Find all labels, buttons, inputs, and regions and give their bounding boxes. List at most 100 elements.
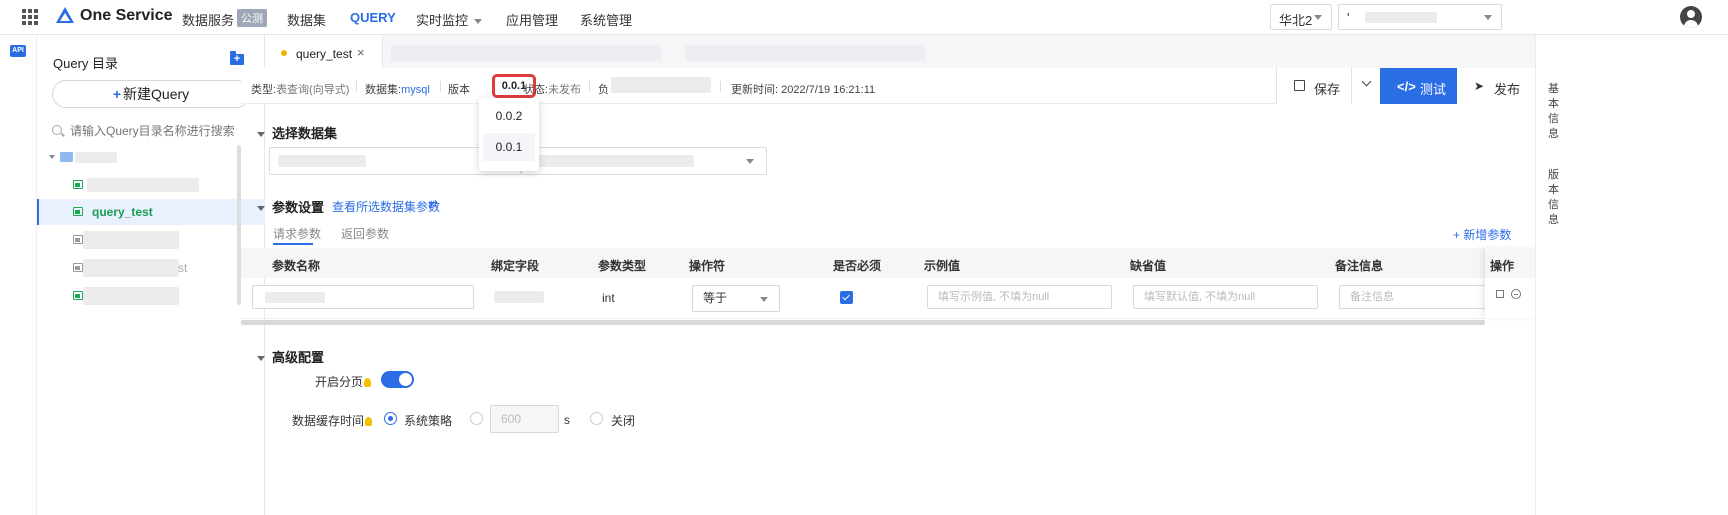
account-select[interactable]: ' — [1338, 4, 1502, 30]
info-status: 状态:未发布 — [523, 81, 581, 97]
account-value: ' — [1347, 10, 1350, 25]
redacted-tabs — [685, 45, 925, 61]
chevron-down-icon — [760, 297, 768, 302]
cache-time-input[interactable]: 600 — [490, 405, 559, 433]
section-dataset[interactable]: 选择数据集 — [257, 123, 337, 142]
add-folder-icon[interactable]: + — [230, 51, 244, 65]
table-horizontal-scrollbar[interactable] — [241, 320, 1485, 325]
nav-monitor[interactable]: 实时监控 — [416, 10, 483, 29]
publish-button[interactable]: ➤ 发布 — [1457, 68, 1535, 104]
info-updated-label: 更新时间: — [731, 84, 779, 96]
section-advanced[interactable]: 高级配置 — [257, 347, 324, 366]
brand-name: One Service — [80, 7, 173, 24]
remark-input[interactable]: 备注信息 — [1339, 285, 1485, 309]
directory-search-input[interactable] — [70, 122, 250, 140]
user-avatar[interactable] — [1680, 6, 1702, 28]
operator-value: 等于 — [703, 291, 728, 305]
tree-folder-row[interactable] — [37, 144, 265, 170]
search-icon — [52, 125, 62, 135]
test-button[interactable]: </> 测试 — [1380, 68, 1457, 104]
chevron-down-icon — [746, 159, 754, 164]
redacted-folder-name — [75, 152, 117, 163]
paging-toggle[interactable] — [381, 371, 414, 388]
info-updated-value: 2022/7/19 16:21:11 — [781, 84, 876, 96]
radio-custom-time[interactable] — [470, 412, 483, 425]
add-param-button[interactable]: + 新增参数 — [1453, 226, 1511, 243]
redacted-query-name — [83, 231, 179, 249]
close-icon[interactable]: × — [357, 45, 365, 60]
api-icon[interactable]: API — [10, 45, 26, 57]
divider — [720, 81, 721, 92]
tree-item-row[interactable] — [37, 283, 265, 309]
version-info-tab[interactable]: 版本信息 — [1548, 168, 1560, 228]
redacted-tabs — [391, 45, 661, 61]
save-button[interactable]: 保存 — [1276, 68, 1351, 104]
remove-circle-icon[interactable] — [1511, 289, 1521, 299]
nav-monitor-label: 实时监控 — [416, 13, 469, 28]
redacted-query-name — [83, 259, 179, 277]
tree-item-row[interactable] — [37, 172, 265, 198]
save-label: 保存 — [1314, 82, 1341, 97]
tip-bulb-icon[interactable] — [364, 378, 372, 387]
col-bind-field: 绑定字段 — [491, 259, 540, 273]
tab-label: query_test — [296, 47, 353, 61]
region-select[interactable]: 华北2 — [1270, 4, 1332, 30]
right-rail: 基本信息 版本信息 — [1535, 35, 1728, 515]
expand-caret-icon[interactable] — [49, 155, 55, 159]
info-dataset-link[interactable]: mysql — [401, 84, 430, 96]
query-info-bar: 类型:表查询(向导式) 数据集:mysql 版本 0.0.1 状态:未发布 负 … — [241, 68, 1535, 104]
copy-icon[interactable] — [1496, 290, 1504, 298]
test-label: 测试 — [1420, 82, 1447, 97]
tree-item-row[interactable]: st — [37, 255, 265, 281]
tab-query-test[interactable]: query_test × — [265, 35, 383, 71]
section-params[interactable]: 参数设置 — [257, 197, 324, 216]
radio-system-policy[interactable] — [384, 412, 397, 425]
params-table-header: 参数名称 绑定字段 参数类型 操作符 是否必须 示例值 缺省值 备注信息 — [241, 248, 1485, 278]
nav-dataset[interactable]: 数据集 — [287, 10, 326, 29]
app-grid-icon[interactable] — [22, 9, 38, 25]
query-table-icon — [73, 263, 83, 272]
basic-info-tab[interactable]: 基本信息 — [1548, 82, 1560, 142]
nav-system-management[interactable]: 系统管理 — [580, 10, 632, 29]
example-input[interactable]: 填写示例值, 不填为null — [927, 285, 1112, 309]
col-required: 是否必须 — [833, 259, 882, 273]
param-name-input[interactable] — [252, 285, 474, 309]
chevron-down-icon — [1314, 15, 1322, 20]
dataset-select[interactable] — [521, 147, 767, 175]
section-dataset-title: 选择数据集 — [272, 126, 338, 141]
col-param-type: 参数类型 — [598, 259, 647, 273]
version-option[interactable]: 0.0.2 — [483, 102, 535, 130]
left-rail: API — [0, 35, 37, 515]
nav-query[interactable]: QUERY — [350, 10, 396, 25]
redacted-query-name — [83, 287, 179, 305]
tree-item-label: query_test — [92, 205, 153, 219]
tip-bulb-icon[interactable] — [365, 417, 373, 426]
required-checkbox[interactable] — [840, 291, 853, 304]
new-query-button[interactable]: + 新建Query — [52, 80, 250, 108]
save-options-button[interactable] — [1351, 68, 1381, 104]
default-input[interactable]: 填写默认值, 不填为null — [1133, 285, 1318, 309]
collapse-caret-icon — [257, 132, 265, 138]
tab-bar: query_test × — [265, 35, 1689, 71]
info-dataset-label: 数据集: — [365, 84, 402, 96]
close-label: 关闭 — [611, 414, 636, 428]
info-updated: 更新时间: 2022/7/19 16:21:11 — [731, 81, 875, 97]
tree-item-query-test[interactable]: query_test — [37, 199, 265, 225]
version-option-selected[interactable]: 0.0.1 — [483, 133, 535, 161]
col-operator: 操作符 — [689, 259, 726, 273]
directory-search[interactable] — [52, 122, 252, 142]
tab-request-params[interactable]: 请求参数 — [273, 225, 321, 242]
info-status-label: 状态: — [523, 84, 549, 96]
radio-close[interactable] — [590, 412, 603, 425]
tree-item-row[interactable] — [37, 227, 265, 253]
col-remark: 备注信息 — [1335, 259, 1384, 273]
nav-app-management[interactable]: 应用管理 — [506, 10, 558, 29]
view-dataset-params-link[interactable]: 查看所选数据集参数 — [332, 198, 440, 215]
redacted-account — [1365, 12, 1437, 23]
system-policy-label: 系统策略 — [404, 414, 453, 428]
cache-time-label: 数据缓存时间 — [292, 412, 373, 429]
divider — [589, 81, 590, 92]
collapse-caret-icon — [257, 356, 265, 362]
tab-response-params[interactable]: 返回参数 — [341, 225, 389, 242]
operator-select[interactable]: 等于 — [692, 285, 780, 312]
